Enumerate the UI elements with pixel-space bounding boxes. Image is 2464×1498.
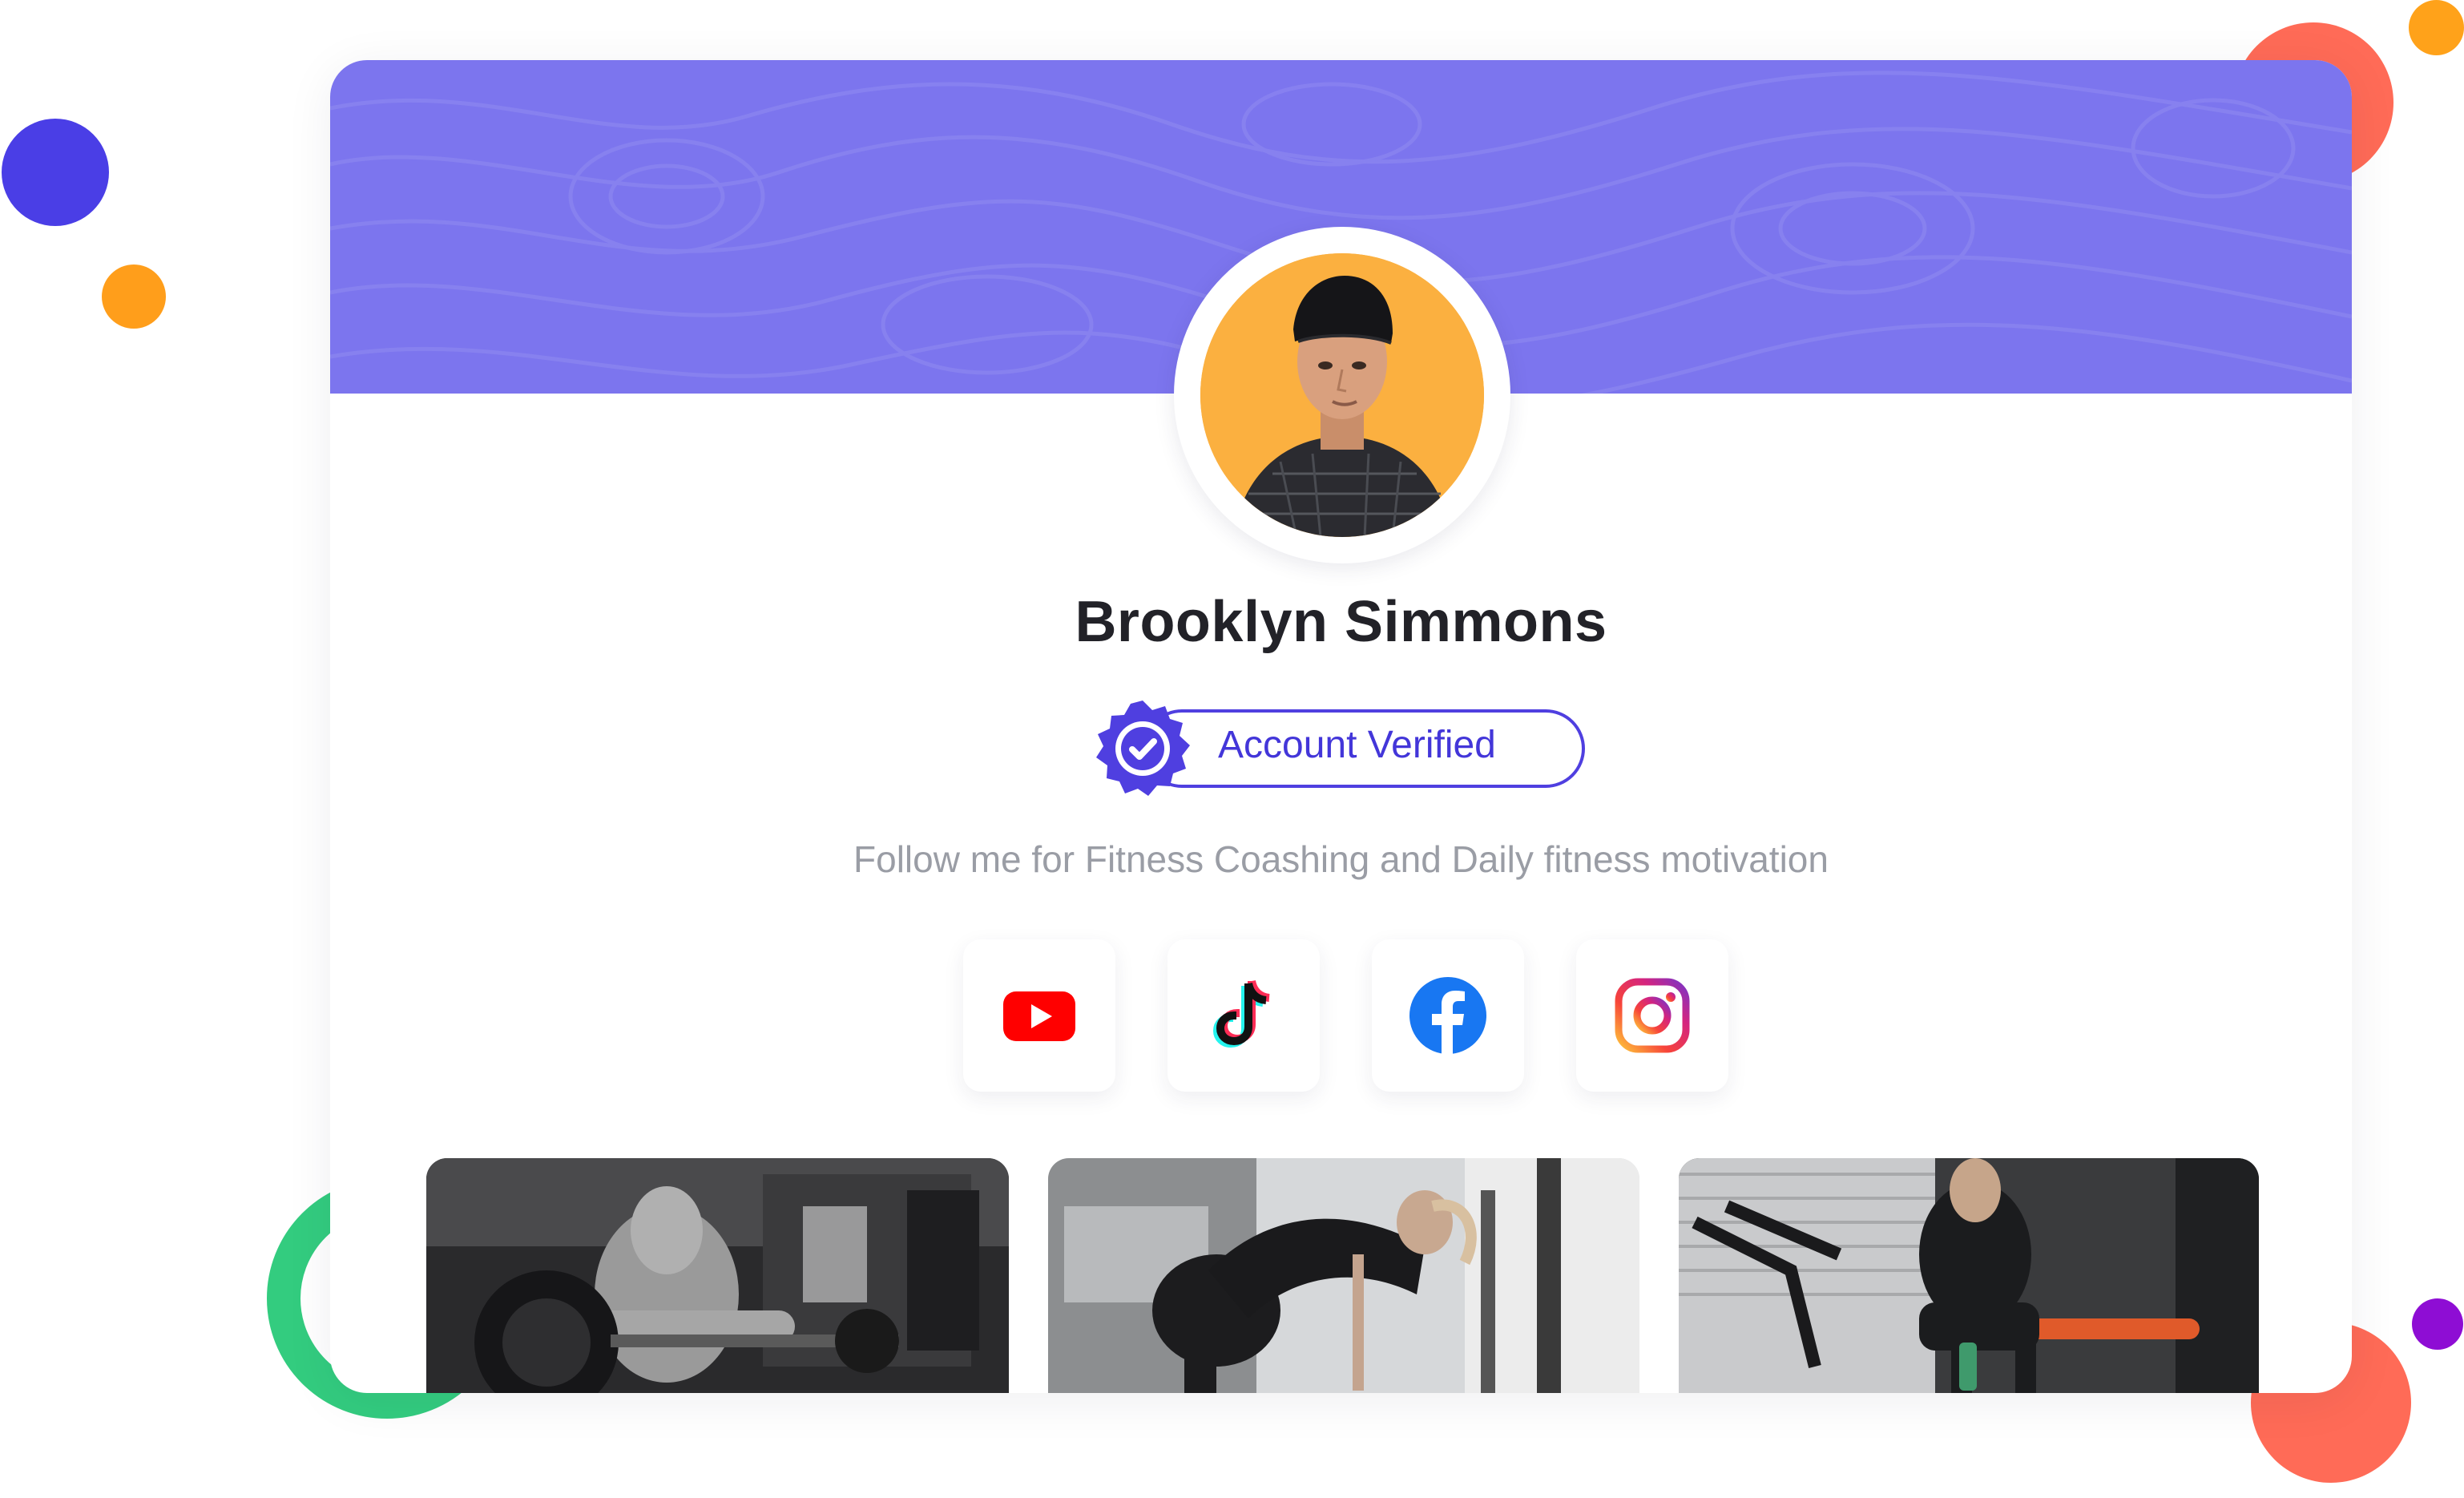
facebook-icon bbox=[1409, 977, 1486, 1054]
person-avatar-icon bbox=[1200, 253, 1484, 537]
gym-photo-icon bbox=[426, 1158, 1009, 1393]
gym-photo-icon bbox=[1679, 1158, 2259, 1393]
youtube-button[interactable] bbox=[963, 939, 1115, 1092]
instagram-button[interactable] bbox=[1576, 939, 1728, 1092]
tiktok-button[interactable] bbox=[1167, 939, 1320, 1092]
instagram-icon bbox=[1615, 978, 1690, 1053]
facebook-button[interactable] bbox=[1372, 939, 1524, 1092]
verified-check-icon bbox=[1096, 701, 1190, 796]
gym-photo-icon bbox=[1048, 1158, 1639, 1393]
verified-label: Account Verified bbox=[1218, 724, 1496, 766]
gallery-photo-2[interactable] bbox=[1048, 1158, 1639, 1393]
decor-circle-purple bbox=[2412, 1298, 2463, 1350]
decor-circle-orange bbox=[102, 264, 166, 329]
gallery-photo-3[interactable] bbox=[1679, 1158, 2259, 1393]
social-links bbox=[963, 939, 1728, 1092]
tiktok-icon bbox=[1212, 979, 1270, 1048]
verified-badge: Account Verified bbox=[1093, 699, 1591, 796]
avatar[interactable] bbox=[1200, 253, 1484, 537]
decor-circle-blue bbox=[2, 119, 109, 226]
profile-name: Brooklyn Simmons bbox=[1075, 590, 1607, 654]
youtube-icon bbox=[1003, 991, 1075, 1041]
gallery-photo-1[interactable] bbox=[426, 1158, 1009, 1393]
profile-bio: Follow me for Fitness Coashing and Daily… bbox=[853, 838, 1829, 880]
avatar-frame bbox=[1174, 227, 1510, 563]
photo-gallery bbox=[426, 1158, 2259, 1393]
profile-card: Brooklyn Simmons Account Verified Follow… bbox=[330, 60, 2352, 1393]
decor-circle-orange-top bbox=[2409, 0, 2464, 55]
